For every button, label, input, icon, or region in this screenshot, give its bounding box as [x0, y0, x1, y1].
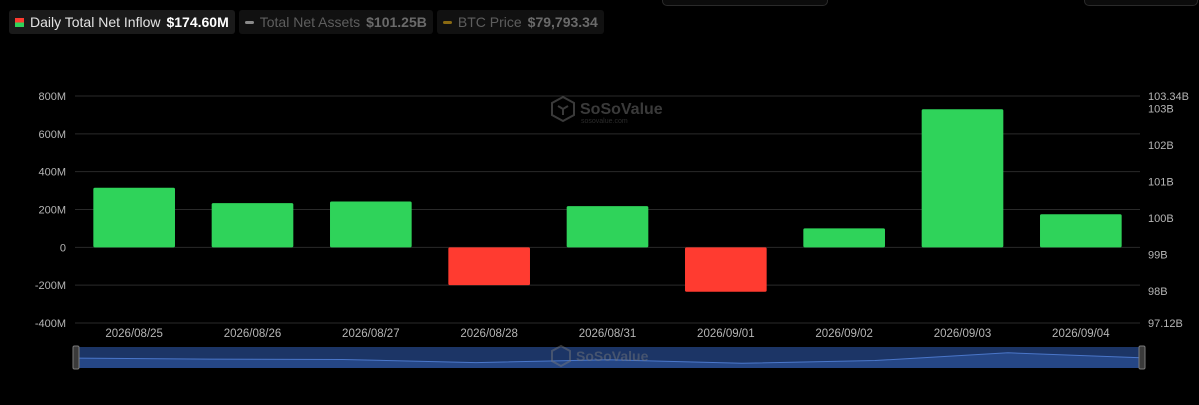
watermark-name: SoSoValue: [580, 101, 663, 118]
x-tick-label: 2026/08/28: [460, 328, 518, 340]
right-y-axis: 103.34B103B 102B 101B 100B 99B 98B 97.12B: [1148, 91, 1189, 330]
right-tick-label: 99B: [1148, 249, 1168, 261]
right-tick-label: 98B: [1148, 286, 1168, 298]
x-tick-label: 2026/09/01: [697, 328, 755, 340]
x-tick-label: 2026/09/03: [934, 328, 992, 340]
chart-canvas: SoSoValue sosovalue.com 800M 600M 400M 200M…: [35, 91, 1189, 370]
right-tick-label: 103B: [1148, 103, 1174, 115]
right-tick-label: 100B: [1148, 213, 1174, 225]
right-tick-label: 101B: [1148, 176, 1174, 188]
bar-series: [93, 109, 1122, 292]
x-axis: 2026/08/25 2026/08/26 2026/08/27 2026/08/28…: [105, 328, 1110, 340]
left-tick-label: 400M: [38, 167, 66, 179]
watermark-name: SoSoValue: [576, 348, 649, 364]
navigator-handle-right[interactable]: [1138, 345, 1146, 370]
left-tick-label: 0: [60, 242, 66, 254]
left-tick-label: 800M: [38, 91, 66, 103]
left-tick-label: -200M: [35, 280, 66, 292]
bar: [566, 206, 649, 248]
x-tick-label: 2026/08/27: [342, 328, 400, 340]
watermark: SoSoValue sosovalue.com: [551, 95, 663, 125]
bar: [1040, 214, 1122, 248]
left-tick-label: 600M: [38, 129, 66, 141]
x-tick-label: 2026/08/25: [105, 328, 163, 340]
x-tick-label: 2026/09/04: [1052, 328, 1110, 340]
right-tick-label: 97.12B: [1148, 318, 1183, 330]
left-tick-label: 200M: [38, 205, 66, 217]
bar: [921, 109, 1004, 248]
bar: [330, 201, 412, 248]
navigator-handle-left[interactable]: [72, 345, 80, 370]
bar: [93, 187, 175, 248]
x-tick-label: 2026/08/31: [579, 328, 637, 340]
left-tick-label: -400M: [35, 318, 66, 330]
right-tick-label: 103.34B: [1148, 91, 1189, 103]
bar: [803, 228, 885, 248]
watermark-url: sosovalue.com: [581, 118, 628, 125]
x-tick-label: 2026/09/02: [815, 328, 873, 340]
bar: [211, 203, 294, 248]
bar: [448, 247, 530, 286]
right-tick-label: 102B: [1148, 140, 1174, 152]
left-y-axis: 800M 600M 400M 200M 0 -200M -400M: [35, 91, 66, 330]
bar: [685, 247, 767, 292]
x-tick-label: 2026/08/26: [224, 328, 282, 340]
